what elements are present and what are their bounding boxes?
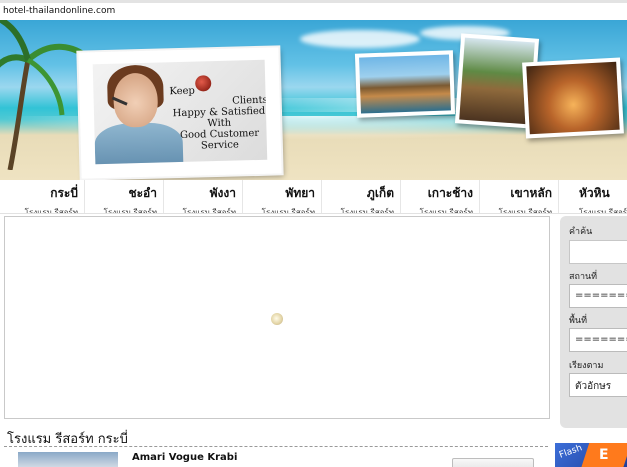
nav-item-pattaya[interactable]: พัทยา โรงแรม รีสอร์ท [243,180,322,214]
hotel-thumbnail[interactable] [18,452,118,467]
ad-letter: E [599,447,609,463]
place-select[interactable]: ========= [569,284,627,308]
nav-subtitle: โรงแรม รีสอร์ท [419,208,473,214]
section-divider [4,446,548,447]
search-panel: คำค้น สถานที่ ========= พื้นที่ ========… [560,216,627,428]
nav-title: เกาะช้าง [427,186,473,200]
cloud [300,30,420,48]
nav-subtitle: โรงแรม รีสอร์ท [340,208,394,214]
stamp-slogan: Keep Clients Happy & Satisfied With Good… [163,84,267,153]
area-label: พื้นที่ [569,316,588,326]
slogan-line: Good Customer Service [179,127,260,152]
nav-title: กระบี่ [50,186,78,200]
keyword-label: คำค้น [569,227,593,237]
area-select[interactable]: ========= [569,328,627,352]
resort-photo [522,57,624,139]
nav-title: หัวหิน [579,186,610,200]
nav-title: พัทยา [285,186,315,200]
hotel-details-button[interactable] [452,458,534,467]
nav-item-khao-lak[interactable]: เขาหลัก โรงแรม รีสอร์ท [480,180,559,214]
nav-title: ชะอำ [128,186,157,200]
nav-item-hua-hin[interactable]: หัวหิน โรงแรม รีสอร์ท [559,180,627,214]
palm-tree-icon [0,20,90,170]
resort-photo [354,50,456,118]
nav-subtitle: โรงแรม รีสอร์ท [182,208,236,214]
nav-item-phang-nga[interactable]: พังงา โรงแรม รีสอร์ท [164,180,243,214]
nav-item-phuket[interactable]: ภูเก็ต โรงแรม รีสอร์ท [322,180,401,214]
address-strip: hotel-thailandonline.com [0,0,627,20]
nav-subtitle: โรงแรม รีสอร์ท [261,208,315,214]
customer-service-stamp: Keep Clients Happy & Satisfied With Good… [78,47,282,179]
nav-title: พังงา [209,186,236,200]
nav-subtitle: โรงแรม รีสอร์ท [24,208,78,214]
nav-subtitle: โรงแรม รีสอร์ท [103,208,157,214]
nav-item-krabi[interactable]: กระบี่ โรงแรม รีสอร์ท [6,180,85,214]
nav-title: เขาหลัก [510,186,552,200]
flash-ad-banner[interactable]: Flash E [555,443,627,467]
place-label: สถานที่ [569,272,598,282]
destination-nav: กระบี่ โรงแรม รีสอร์ท ชะอำ โรงแรม รีสอร์… [0,180,627,214]
header-banner: Keep Clients Happy & Satisfied With Good… [0,20,627,180]
nav-subtitle: โรงแรม รีสอร์ท [498,208,552,214]
nav-title: ภูเก็ต [366,186,394,200]
sort-label: เรียงตาม [569,361,604,371]
nav-item-koh-chang[interactable]: เกาะช้าง โรงแรม รีสอร์ท [401,180,480,214]
sort-select[interactable]: ตัวอักษร [569,373,627,397]
hotel-name-link[interactable]: Amari Vogue Krabi [132,452,237,463]
site-domain: hotel-thailandonline.com [3,6,116,16]
nav-item-cha-am[interactable]: ชะอำ โรงแรม รีสอร์ท [85,180,164,214]
loading-spinner-icon [271,313,283,325]
keyword-input[interactable] [569,240,627,264]
ad-text: Flash [558,443,584,461]
stamp-photo: Keep Clients Happy & Satisfied With Good… [92,59,268,165]
nav-subtitle: โรงแรม รีสอร์ท [579,208,627,214]
featured-slider[interactable] [4,216,550,419]
